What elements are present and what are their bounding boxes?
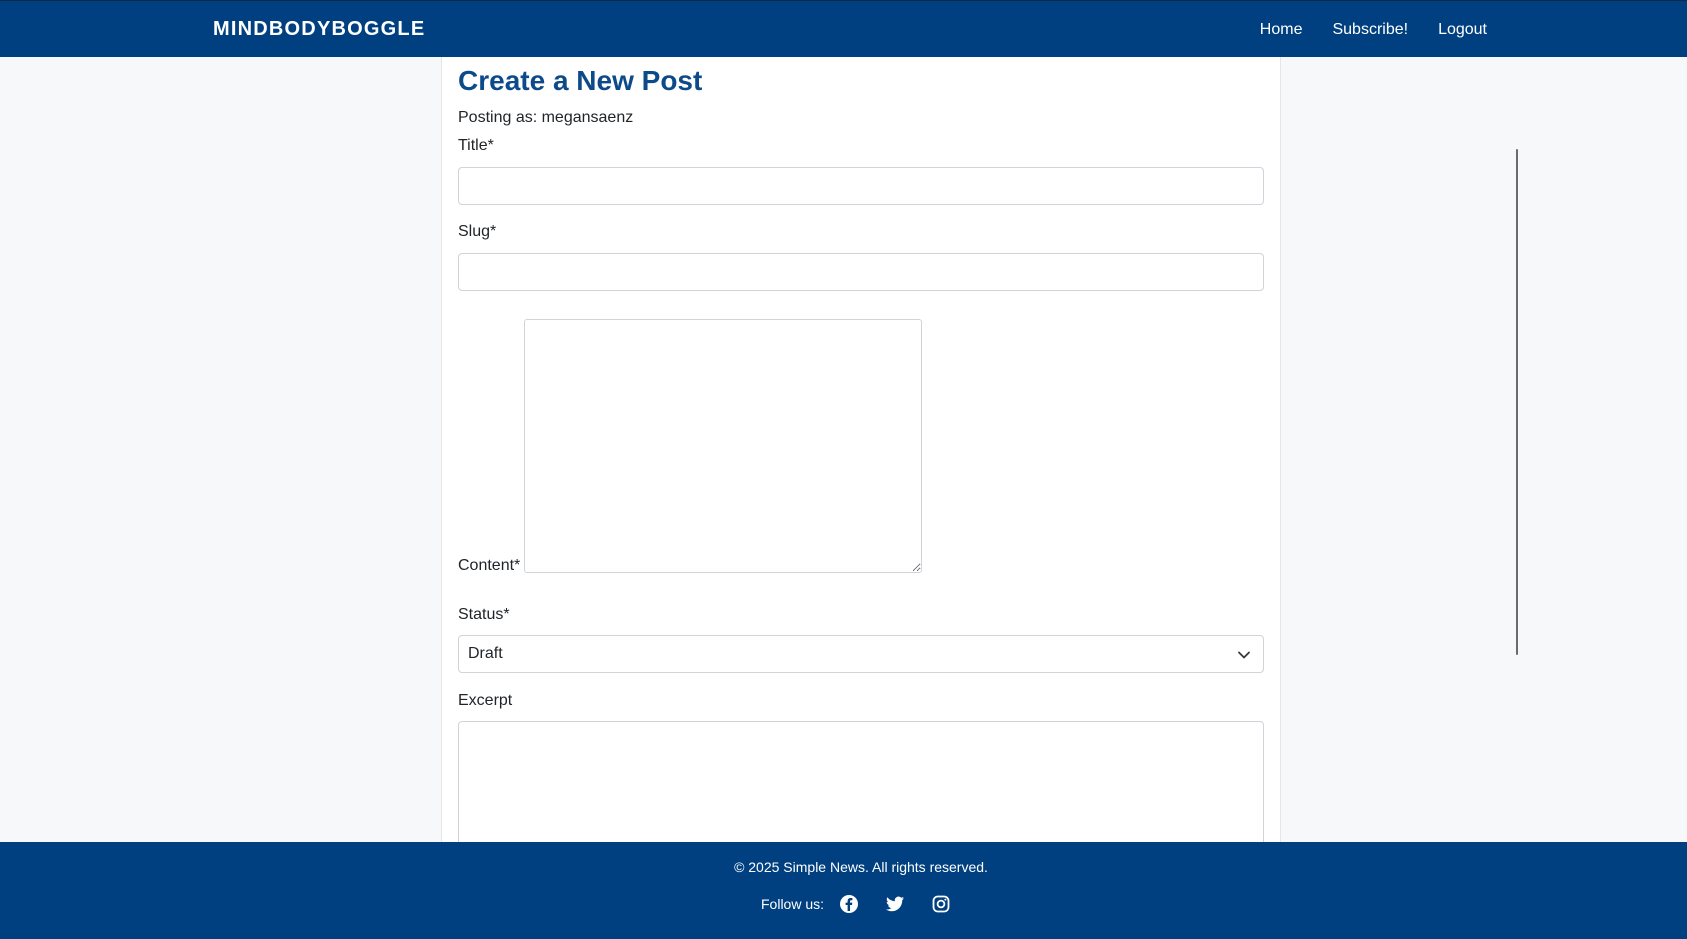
excerpt-label: Excerpt — [458, 692, 513, 709]
slug-label: Slug* — [458, 223, 497, 240]
copyright-text: © 2025 Simple News. All rights reserved. — [734, 859, 988, 875]
excerpt-textarea[interactable] — [458, 721, 1264, 842]
page-title: Create a New Post — [458, 65, 703, 96]
brand-logo[interactable]: MINDBODYBOGGLE — [213, 1, 425, 58]
scrollbar-thumb[interactable] — [1516, 149, 1518, 655]
navbar: MINDBODYBOGGLE Home Subscribe! Logout — [0, 0, 1687, 57]
content-textarea[interactable] — [524, 319, 922, 573]
twitter-icon[interactable] — [885, 894, 905, 914]
nav-links: Home Subscribe! Logout — [1230, 1, 1487, 58]
social-links: Follow us: — [761, 894, 977, 914]
posting-as-text: Posting as: megansaenz — [458, 109, 634, 126]
footer: © 2025 Simple News. All rights reserved.… — [0, 842, 1687, 939]
nav-subscribe-link[interactable]: Subscribe! — [1332, 21, 1408, 39]
title-input[interactable] — [458, 167, 1264, 205]
facebook-icon[interactable] — [839, 894, 859, 914]
chevron-down-icon — [1237, 648, 1251, 662]
instagram-icon[interactable] — [931, 894, 951, 914]
nav-home-link[interactable]: Home — [1260, 21, 1303, 39]
post-form-card: Create a New Post Posting as: megansaenz… — [441, 57, 1281, 842]
status-selected-value: Draft — [468, 645, 503, 662]
content-label: Content* — [458, 557, 521, 574]
nav-logout-link[interactable]: Logout — [1438, 21, 1487, 39]
status-label: Status* — [458, 606, 510, 623]
title-label: Title* — [458, 137, 494, 154]
follow-us-label: Follow us: — [761, 896, 825, 912]
status-select[interactable]: Draft — [458, 635, 1264, 673]
slug-input[interactable] — [458, 253, 1264, 291]
